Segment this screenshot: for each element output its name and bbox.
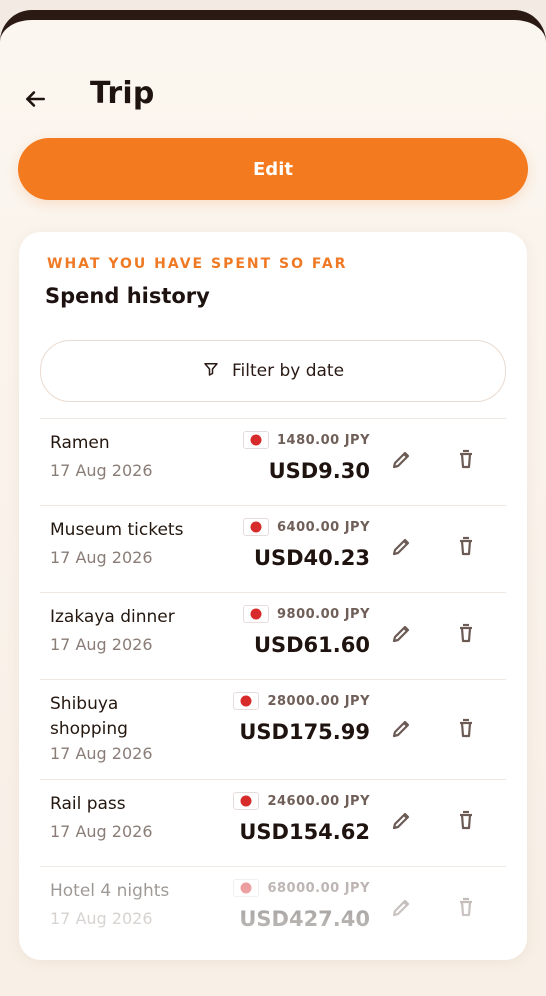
local-amount-text: 9800.00 JPY bbox=[276, 606, 370, 622]
edit-expense-button[interactable] bbox=[385, 892, 419, 926]
usd-amount: USD61.60 bbox=[253, 633, 370, 657]
pencil-icon bbox=[390, 621, 414, 649]
expense-name: Ramen bbox=[50, 433, 110, 453]
pencil-icon bbox=[390, 808, 414, 836]
expense-name: Shibuya shopping bbox=[50, 694, 128, 739]
local-amount-text: 28000.00 JPY bbox=[267, 693, 370, 709]
trash-icon bbox=[454, 447, 478, 475]
filter-by-date-button[interactable]: Filter by date bbox=[40, 340, 506, 402]
spend-history-card: WHAT YOU HAVE SPENT SO FAR Spend history… bbox=[19, 232, 527, 960]
japan-flag-icon bbox=[233, 879, 260, 897]
delete-expense-button[interactable] bbox=[449, 805, 483, 839]
local-amount: 24600.00 JPY bbox=[233, 792, 370, 810]
section-title: Spend history bbox=[45, 284, 210, 308]
expense-name: Rail pass bbox=[50, 794, 126, 814]
phone-frame: Trip Edit WHAT YOU HAVE SPENT SO FAR Spe… bbox=[0, 10, 546, 996]
expense-row: Izakaya dinner 17 Aug 2026 9800.00 JPY U… bbox=[40, 592, 506, 679]
expense-row: Ramen 17 Aug 2026 1480.00 JPY USD9.30 bbox=[40, 418, 506, 505]
japan-flag-icon bbox=[242, 605, 269, 623]
edit-expense-button[interactable] bbox=[385, 618, 419, 652]
expense-date: 17 Aug 2026 bbox=[50, 548, 153, 567]
edit-expense-button[interactable] bbox=[385, 805, 419, 839]
trash-icon bbox=[454, 534, 478, 562]
expense-date: 17 Aug 2026 bbox=[50, 744, 153, 763]
edit-expense-button[interactable] bbox=[385, 444, 419, 478]
local-amount: 6400.00 JPY bbox=[242, 518, 370, 536]
trash-icon bbox=[454, 621, 478, 649]
back-button[interactable] bbox=[16, 82, 54, 120]
expense-amounts: 28000.00 JPY USD175.99 bbox=[233, 692, 370, 744]
japan-flag-icon bbox=[242, 518, 269, 536]
pencil-icon bbox=[390, 447, 414, 475]
pencil-icon bbox=[390, 895, 414, 923]
expense-date: 17 Aug 2026 bbox=[50, 822, 153, 841]
expense-row: Museum tickets 17 Aug 2026 6400.00 JPY U… bbox=[40, 505, 506, 592]
edit-expense-button[interactable] bbox=[385, 531, 419, 565]
local-amount: 1480.00 JPY bbox=[242, 431, 370, 449]
expense-amounts: 1480.00 JPY USD9.30 bbox=[242, 431, 370, 483]
expense-row: Shibuya shopping 17 Aug 2026 28000.00 JP… bbox=[40, 679, 506, 779]
edit-expense-button[interactable] bbox=[385, 713, 419, 747]
expense-row: Rail pass 17 Aug 2026 24600.00 JPY USD15… bbox=[40, 779, 506, 866]
japan-flag-icon bbox=[242, 431, 269, 449]
expense-list: Ramen 17 Aug 2026 1480.00 JPY USD9.30 Mu… bbox=[40, 418, 506, 953]
expense-amounts: 9800.00 JPY USD61.60 bbox=[242, 605, 370, 657]
section-eyebrow: WHAT YOU HAVE SPENT SO FAR bbox=[47, 256, 348, 272]
local-amount: 28000.00 JPY bbox=[233, 692, 370, 710]
pencil-icon bbox=[390, 716, 414, 744]
expense-name: Izakaya dinner bbox=[50, 607, 175, 627]
filter-icon bbox=[202, 360, 220, 383]
usd-amount: USD154.62 bbox=[239, 820, 370, 844]
pencil-icon bbox=[390, 534, 414, 562]
edit-button[interactable]: Edit bbox=[18, 138, 528, 200]
trash-icon bbox=[454, 895, 478, 923]
japan-flag-icon bbox=[233, 792, 260, 810]
arrow-left-icon bbox=[22, 86, 48, 116]
expense-name: Hotel 4 nights bbox=[50, 881, 170, 901]
delete-expense-button[interactable] bbox=[449, 892, 483, 926]
expense-row: Hotel 4 nights 17 Aug 2026 68000.00 JPY … bbox=[40, 866, 506, 953]
usd-amount: USD40.23 bbox=[253, 546, 370, 570]
usd-amount: USD427.40 bbox=[239, 907, 370, 931]
filter-button-label: Filter by date bbox=[231, 361, 345, 381]
local-amount-text: 1480.00 JPY bbox=[276, 432, 370, 448]
delete-expense-button[interactable] bbox=[449, 531, 483, 565]
delete-expense-button[interactable] bbox=[449, 444, 483, 478]
japan-flag-icon bbox=[233, 692, 260, 710]
expense-amounts: 24600.00 JPY USD154.62 bbox=[233, 792, 370, 844]
expense-date: 17 Aug 2026 bbox=[50, 635, 153, 654]
expense-date: 17 Aug 2026 bbox=[50, 461, 153, 480]
trash-icon bbox=[454, 716, 478, 744]
delete-expense-button[interactable] bbox=[449, 618, 483, 652]
local-amount: 9800.00 JPY bbox=[242, 605, 370, 623]
page-title: Trip bbox=[90, 76, 155, 111]
local-amount-text: 6400.00 JPY bbox=[276, 519, 370, 535]
edit-button-label: Edit bbox=[253, 158, 293, 180]
local-amount-text: 24600.00 JPY bbox=[267, 793, 370, 809]
expense-date: 17 Aug 2026 bbox=[50, 909, 153, 928]
expense-amounts: 6400.00 JPY USD40.23 bbox=[242, 518, 370, 570]
usd-amount: USD175.99 bbox=[239, 720, 370, 744]
local-amount-text: 68000.00 JPY bbox=[267, 880, 370, 896]
local-amount: 68000.00 JPY bbox=[233, 879, 370, 897]
expense-amounts: 68000.00 JPY USD427.40 bbox=[233, 879, 370, 931]
delete-expense-button[interactable] bbox=[449, 713, 483, 747]
trash-icon bbox=[454, 808, 478, 836]
top-bar: Trip bbox=[0, 20, 546, 116]
expense-name: Museum tickets bbox=[50, 520, 184, 540]
usd-amount: USD9.30 bbox=[268, 459, 370, 483]
